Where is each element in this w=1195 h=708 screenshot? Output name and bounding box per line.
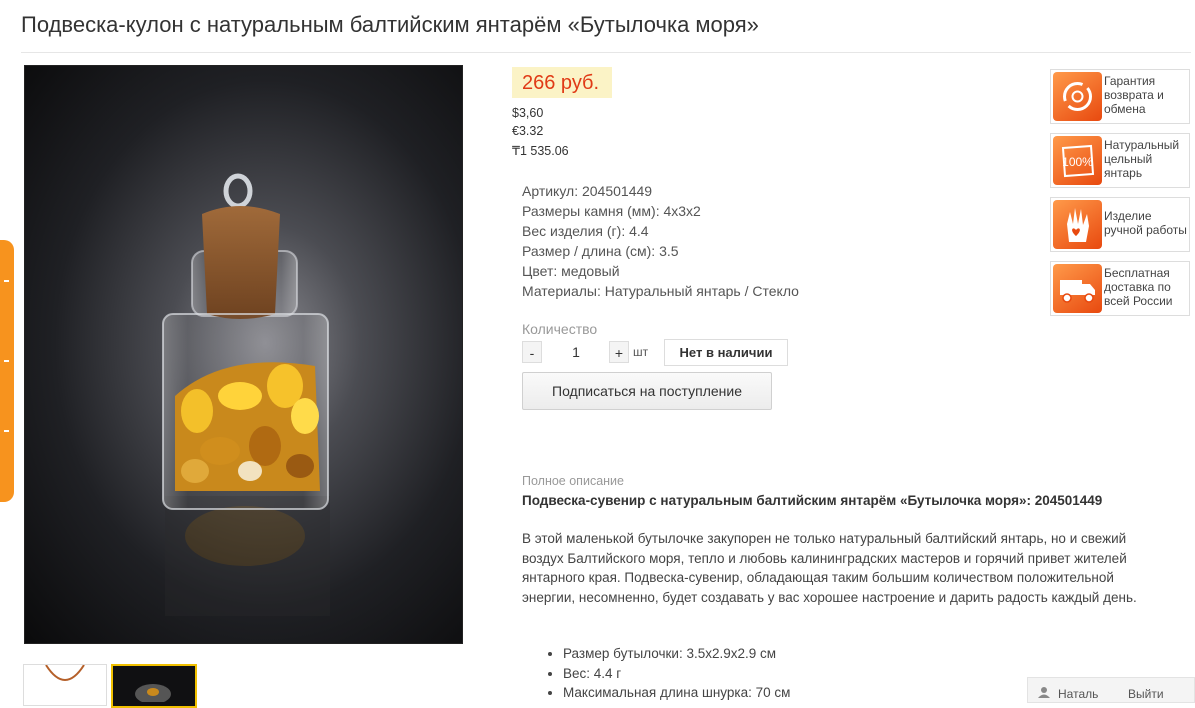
- out-of-stock-button[interactable]: Нет в наличии: [664, 339, 788, 366]
- side-feedback-tab[interactable]: [0, 240, 14, 502]
- thumbnail-1[interactable]: [23, 664, 107, 706]
- title-divider: [21, 52, 1191, 53]
- thumbnail-2-active[interactable]: [111, 664, 197, 708]
- page-title: Подвеска-кулон с натуральным балтийским …: [21, 12, 759, 37]
- quantity-label: Количество: [522, 321, 598, 337]
- feature-list: Размер бутылочки: 3.5x2.9x2.9 см Вес: 4.…: [541, 644, 790, 703]
- price-box: 266 руб.: [512, 67, 612, 98]
- user-bar: Наталь Выйти: [1027, 677, 1195, 703]
- free-delivery-truck-icon: [1053, 264, 1102, 313]
- badge-label: Натуральный цельный янтарь: [1104, 138, 1180, 180]
- badge-label: Гарантия возврата и обмена: [1104, 74, 1164, 116]
- quantity-increase-button[interactable]: +: [609, 341, 629, 363]
- user-icon: [1038, 687, 1050, 698]
- spec-weight: Вес изделия (г): 4.4: [522, 223, 649, 239]
- badge-free-delivery[interactable]: Бесплатная доставка по всей России: [1050, 261, 1190, 316]
- list-item: Вес: 4.4 г: [563, 664, 790, 684]
- badge-label: Изделие ручной работы: [1104, 209, 1187, 237]
- spec-length: Размер / длина (см): 3.5: [522, 243, 679, 259]
- product-main-image[interactable]: [24, 65, 463, 644]
- list-item: Максимальная длина шнурка: 70 см: [563, 683, 790, 703]
- quantity-unit: шт: [633, 345, 649, 359]
- pendant-cord-thumbnail: [45, 665, 85, 681]
- quantity-input[interactable]: 1: [566, 344, 586, 360]
- price-usd: $3,60: [512, 106, 544, 120]
- return-exchange-icon: [1053, 72, 1102, 121]
- spec-stone-size: Размеры камня (мм): 4x3x2: [522, 203, 701, 219]
- natural-amber-100-icon: 100%: [1053, 136, 1102, 185]
- badge-handmade[interactable]: Изделие ручной работы: [1050, 197, 1190, 252]
- badge-natural-amber[interactable]: 100% Натуральный цельный янтарь: [1050, 133, 1190, 188]
- list-item: Размер бутылочки: 3.5x2.9x2.9 см: [563, 644, 790, 664]
- bottle-thumbnail: [135, 684, 171, 704]
- subscribe-restock-button[interactable]: Подписаться на поступление: [522, 372, 772, 410]
- svg-text:100%: 100%: [1062, 155, 1093, 169]
- badge-label: Бесплатная доставка по всей России: [1104, 266, 1173, 308]
- description-heading: Подвеска-сувенир с натуральным балтийски…: [522, 493, 1103, 508]
- description-label: Полное описание: [522, 474, 624, 488]
- amber-bottle-illustration: [162, 173, 330, 616]
- handmade-hand-icon: [1053, 200, 1102, 249]
- price-rub: 266 руб.: [522, 72, 600, 94]
- spec-materials: Материалы: Натуральный янтарь / Стекло: [522, 283, 799, 299]
- spec-article: Артикул: 204501449: [522, 183, 653, 199]
- badge-return-guarantee[interactable]: Гарантия возврата и обмена: [1050, 69, 1190, 124]
- price-kzt: ₸1 535.06: [512, 144, 569, 158]
- product-specs: Артикул: 204501449 Размеры камня (мм): 4…: [522, 181, 799, 301]
- spec-color: Цвет: медовый: [522, 263, 620, 279]
- description-text: В этой маленькой бутылочке закупорен не …: [522, 531, 1137, 605]
- price-eur: €3.32: [512, 124, 544, 138]
- quantity-decrease-button[interactable]: -: [522, 341, 542, 363]
